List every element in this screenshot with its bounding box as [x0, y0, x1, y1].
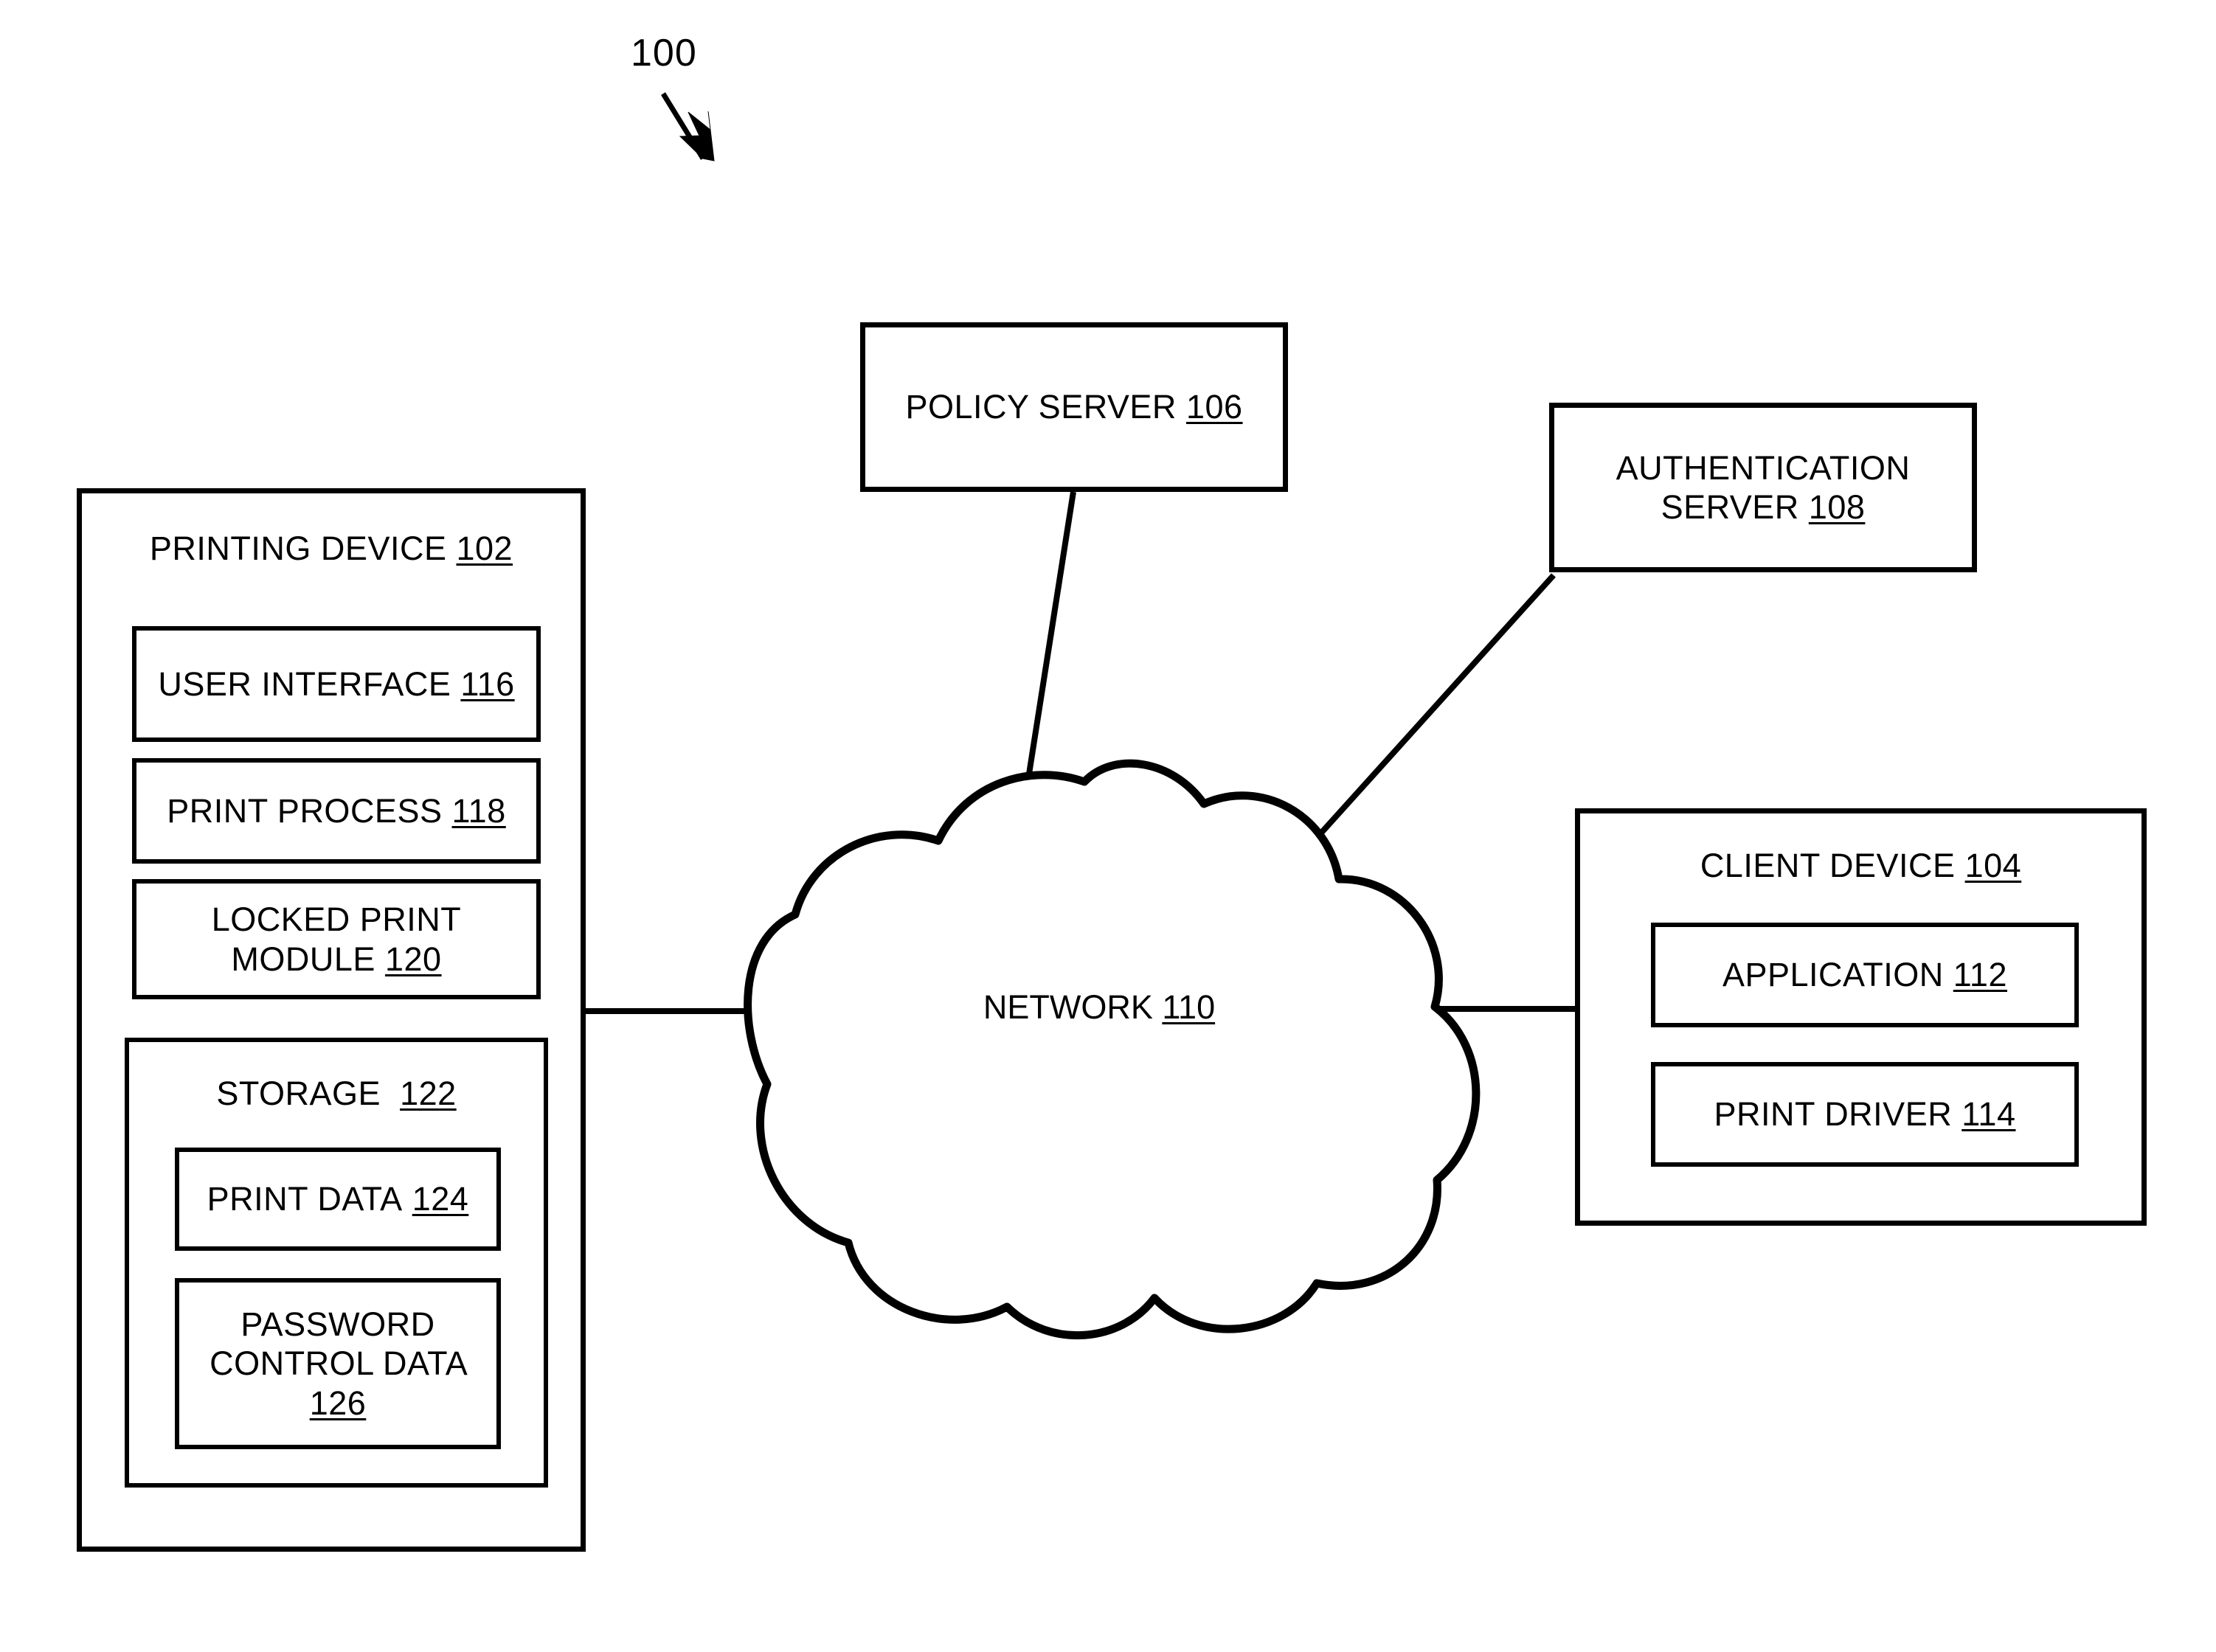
print-process-label: PRINT PROCESS 118 — [167, 791, 506, 830]
user-interface-label: USER INTERFACE 116 — [158, 664, 515, 703]
print-driver-box[interactable]: PRINT DRIVER 114 — [1651, 1062, 2079, 1167]
authentication-server-box[interactable]: AUTHENTICATION SERVER 108 — [1549, 403, 1977, 572]
policy-server-label: POLICY SERVER 106 — [905, 388, 1243, 426]
client-device-title: CLIENT DEVICE 104 — [1700, 847, 2022, 884]
patent-figure-canvas: 100 NETWORK 110 PRINTING DEVICE 102 USER… — [0, 0, 2216, 1652]
storage-title: STORAGE 122 — [216, 1075, 457, 1112]
application-label: APPLICATION 112 — [1722, 956, 2007, 994]
printing-device-box[interactable]: PRINTING DEVICE 102 USER INTERFACE 116 P… — [77, 488, 586, 1552]
connector-policy-server-to-network — [1025, 491, 1076, 784]
application-box[interactable]: APPLICATION 112 — [1651, 923, 2079, 1027]
print-data-label: PRINT DATA 124 — [207, 1180, 469, 1218]
password-control-data-box[interactable]: PASSWORD CONTROL DATA 126 — [175, 1278, 501, 1449]
print-process-box[interactable]: PRINT PROCESS 118 — [132, 758, 541, 864]
user-interface-box[interactable]: USER INTERFACE 116 — [132, 626, 541, 742]
password-control-data-label: PASSWORD CONTROL DATA 126 — [210, 1305, 466, 1422]
print-driver-label: PRINT DRIVER 114 — [1714, 1095, 2016, 1134]
locked-print-module-box[interactable]: LOCKED PRINT MODULE 120 — [132, 879, 541, 999]
cloud-outline — [744, 759, 1481, 1340]
client-device-box[interactable]: CLIENT DEVICE 104 APPLICATION 112 PRINT … — [1575, 808, 2147, 1226]
connector-authentication-server-to-network — [1308, 573, 1556, 847]
printing-device-title: PRINTING DEVICE 102 — [149, 530, 513, 567]
authentication-server-label: AUTHENTICATION SERVER 108 — [1616, 448, 1911, 526]
network-ref: 110 — [1162, 988, 1216, 1026]
policy-server-box[interactable]: POLICY SERVER 106 — [860, 322, 1288, 492]
down-right-arrow-icon — [661, 92, 715, 162]
network-label: NETWORK 110 — [870, 988, 1328, 1027]
print-data-box[interactable]: PRINT DATA 124 — [175, 1148, 501, 1251]
locked-print-module-label: LOCKED PRINT MODULE 120 — [211, 900, 462, 978]
figure-number-label: 100 — [631, 32, 697, 74]
storage-box[interactable]: STORAGE 122 PRINT DATA 124 PASSWORD CONT… — [125, 1038, 548, 1488]
network-title: NETWORK — [983, 988, 1153, 1026]
